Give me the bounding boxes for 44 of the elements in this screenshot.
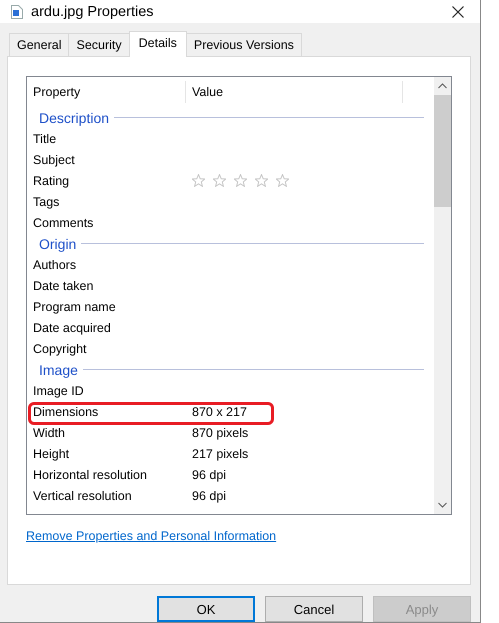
property-name: Image ID [33, 384, 85, 398]
scroll-thumb[interactable] [434, 95, 451, 207]
column-header[interactable]: Property [33, 81, 186, 103]
scrollbar[interactable] [434, 77, 451, 514]
property-name: Subject [33, 152, 76, 166]
group-heading: Origin [39, 236, 76, 252]
property-name: Vertical resolution [33, 488, 133, 502]
property-name: Copyright [33, 342, 88, 356]
tab[interactable]: Details [128, 31, 187, 57]
group-heading: Image [39, 362, 78, 378]
property-value: 96 dpi [192, 468, 226, 482]
property-value: 870 x 217 [192, 404, 247, 418]
tab[interactable]: Previous Versions [186, 33, 302, 56]
group-heading: Description [39, 110, 110, 126]
property-name: Date acquired [33, 320, 112, 334]
property-name: Tags [33, 194, 60, 208]
tab[interactable]: General [9, 33, 70, 56]
scroll-up-icon[interactable] [438, 83, 447, 89]
property-name: Date taken [33, 278, 94, 292]
star-icon[interactable] [192, 174, 205, 187]
property-value: 96 dpi [192, 488, 226, 502]
property-name: Program name [33, 300, 117, 314]
scroll-down-icon[interactable] [438, 502, 447, 508]
close-icon[interactable] [452, 6, 464, 18]
property-name: Comments [33, 216, 94, 230]
column-header[interactable]: Value [186, 81, 403, 103]
property-value: 217 pixels [192, 446, 248, 460]
property-name: Horizontal resolution [33, 468, 148, 482]
property-name: Height [33, 446, 70, 460]
star-icon[interactable] [234, 174, 247, 187]
property-name: Authors [33, 258, 78, 272]
property-name: Width [33, 426, 66, 440]
property-name: Rating [33, 174, 70, 188]
dialog-button[interactable]: OK [157, 596, 255, 622]
image-file-icon [11, 4, 23, 18]
star-icon[interactable] [255, 174, 268, 187]
property-name: Title [33, 132, 58, 146]
star-icon[interactable] [213, 174, 226, 187]
dialog-button[interactable]: Cancel [265, 596, 363, 622]
property-value: 870 pixels [192, 426, 248, 440]
window-title: ardu.jpg Properties [31, 4, 155, 20]
remove-properties-link[interactable]: Remove Properties and Personal Information [26, 529, 276, 543]
star-icon[interactable] [276, 174, 289, 187]
property-name: Dimensions [33, 404, 100, 418]
